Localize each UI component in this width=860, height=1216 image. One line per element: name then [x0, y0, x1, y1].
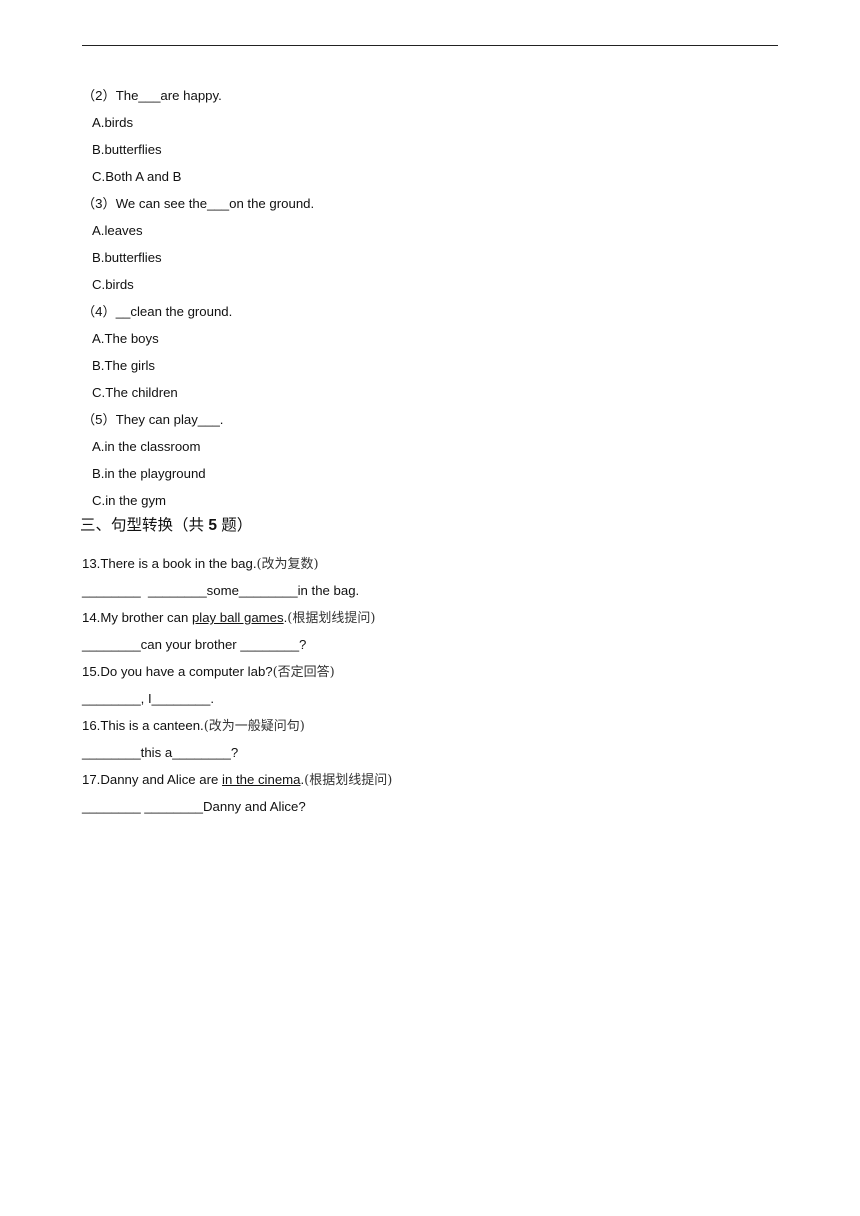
question-4-prompt: （4）__clean the ground.	[82, 304, 233, 319]
item-15-question: 15.Do you have a computer lab?(否定回答)	[82, 664, 335, 681]
item-17-underlined-phrase: in the cinema	[222, 772, 301, 787]
item-16-hint: (改为一般疑问句)	[203, 719, 305, 734]
question-3-prompt: （3）We can see the___on the ground.	[82, 196, 315, 211]
item-17-answer: ________ ________Danny and Alice?	[82, 799, 306, 814]
item-14-hint: (根据划线提问)	[287, 611, 376, 626]
question-2-prompt: （2）The___are happy.	[82, 88, 222, 103]
question-3-option-c: C.birds	[92, 277, 134, 292]
question-5-option-a: A.in the classroom	[92, 439, 201, 454]
item-14-answer: ________can your brother ________?	[82, 637, 307, 652]
question-3-option-a: A.leaves	[92, 223, 143, 238]
section-3-heading-prefix: 三、句型转换（共	[80, 517, 209, 534]
item-13-text: 13.There is a book in the bag.	[82, 556, 257, 571]
question-4-option-c: C.The children	[92, 385, 178, 400]
section-3-heading-suffix: 题）	[216, 517, 253, 534]
item-13-answer: ________ ________some________in the bag.	[82, 583, 360, 598]
item-16-text: 16.This is a canteen.	[82, 718, 204, 733]
item-13-question: 13.There is a book in the bag.(改为复数)	[82, 556, 319, 573]
question-5-prompt: （5）They can play___.	[82, 412, 224, 427]
question-4-option-b: B.The girls	[92, 358, 156, 373]
item-15-hint: (否定回答)	[272, 665, 335, 680]
item-16-answer: ________this a________?	[82, 745, 239, 760]
section-3-heading: 三、句型转换（共 5 题）	[80, 518, 252, 534]
question-5-option-b: B.in the playground	[92, 466, 206, 481]
item-14-text: 14.My brother can	[82, 610, 192, 625]
item-17-text: 17.Danny and Alice are	[82, 772, 223, 787]
question-3-option-b: B.butterflies	[92, 250, 162, 265]
question-5-option-c: C.in the gym	[92, 493, 167, 508]
item-14-underlined-phrase: play ball games	[191, 610, 284, 625]
item-13-hint: (改为复数)	[256, 557, 319, 572]
item-15-answer: ________, I________.	[82, 691, 215, 706]
question-2-option-a: A.birds	[92, 115, 134, 130]
item-17-hint: (根据划线提问)	[304, 773, 393, 788]
header-rule	[82, 45, 778, 46]
question-2-option-b: B.butterflies	[92, 142, 162, 157]
item-16-question: 16.This is a canteen.(改为一般疑问句)	[82, 718, 305, 735]
item-17-question: 17.Danny and Alice are in the cinema.(根据…	[82, 772, 392, 789]
item-15-text: 15.Do you have a computer lab?	[82, 664, 273, 679]
question-4-option-a: A.The boys	[92, 331, 159, 346]
question-2-option-c: C.Both A and B	[92, 169, 182, 184]
item-14-question: 14.My brother can play ball games.(根据划线提…	[82, 610, 375, 627]
section-3-question-count: 5	[208, 517, 217, 534]
